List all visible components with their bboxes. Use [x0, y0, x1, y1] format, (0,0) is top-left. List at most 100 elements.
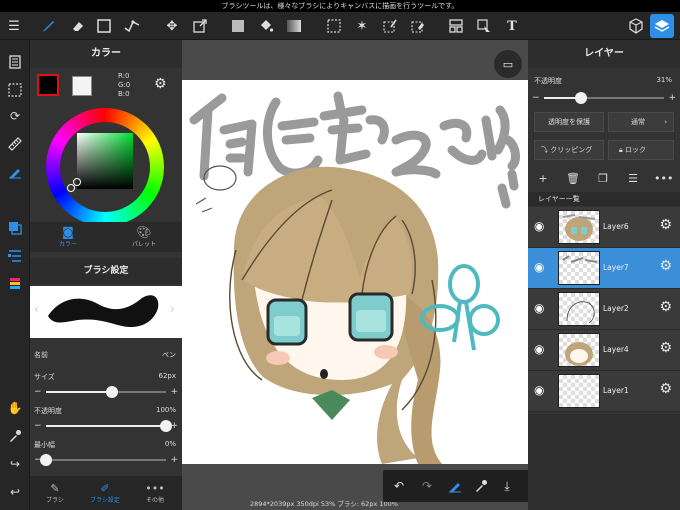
minwidth-slider-knob[interactable] — [40, 454, 52, 466]
select-rect-icon[interactable] — [322, 14, 346, 38]
stabilizer-icon[interactable] — [3, 160, 27, 184]
materials-icon[interactable] — [624, 14, 648, 38]
undo-icon[interactable]: ↩ — [3, 480, 27, 504]
minwidth-plus-icon[interactable]: + — [170, 454, 178, 466]
drawing-canvas[interactable] — [182, 80, 528, 464]
brush-minwidth-value: 0% — [164, 440, 176, 448]
size-plus-icon[interactable]: + — [170, 386, 178, 398]
eye-icon[interactable]: ◉ — [534, 260, 544, 274]
gradient-tool-icon[interactable] — [282, 14, 306, 38]
magic-wand-icon[interactable]: ✶ — [350, 14, 374, 38]
layer-opacity-slider[interactable]: − + — [532, 92, 676, 104]
rgb-readout: R:0 G:0 B:0 — [118, 72, 130, 99]
layer-more-icon[interactable]: ••• — [654, 170, 673, 188]
color-panel-icon[interactable] — [3, 216, 27, 240]
download-action-icon[interactable]: ⤓ — [495, 474, 519, 498]
tab-color[interactable]: ◙ カラー — [30, 222, 106, 252]
canvas-window-icon[interactable]: ▭ — [494, 50, 522, 78]
frame-divider-icon[interactable] — [444, 14, 468, 38]
palette-strip-icon[interactable] — [3, 272, 27, 296]
eyedropper-icon[interactable] — [3, 424, 27, 448]
transform-tool-icon[interactable] — [188, 14, 212, 38]
brush-size-row: サイズ 62px — [34, 372, 178, 382]
color-tab-icon: ◙ — [62, 225, 74, 239]
vector-tool-icon[interactable] — [120, 14, 144, 38]
layer-settings-gear-icon[interactable]: ⚙ — [659, 381, 672, 397]
eyedropper-action-icon[interactable] — [469, 474, 493, 498]
layer-settings-gear-icon[interactable]: ⚙ — [659, 217, 672, 233]
color-settings-gear-icon[interactable]: ⚙ — [154, 76, 167, 92]
canvas-area[interactable]: ▭ 2894*2039px 350dpi 53% ブラシ: 62px 100% — [182, 40, 528, 510]
select-pen-icon[interactable] — [378, 14, 402, 38]
move-tool-icon[interactable]: ✥ — [160, 14, 184, 38]
layer-row[interactable]: ◉ Layer2 ⚙ — [528, 289, 680, 330]
text-tool-icon[interactable]: T — [500, 14, 524, 38]
menu-icon[interactable]: ☰ — [2, 14, 26, 38]
operation-tool-icon[interactable] — [472, 14, 496, 38]
opacity-plus-icon[interactable]: + — [170, 420, 178, 432]
layer-row[interactable]: ◉ Layer6 ⚙ — [528, 207, 680, 248]
brush-size-slider[interactable]: − + — [34, 386, 178, 398]
layer-settings-gear-icon[interactable]: ⚙ — [659, 258, 672, 274]
brush-minwidth-slider[interactable]: − + — [34, 454, 178, 466]
add-layer-icon[interactable]: + — [534, 170, 552, 188]
eraser-tool-icon[interactable] — [66, 14, 90, 38]
layer-row[interactable]: ◉ Layer1 ⚙ — [528, 371, 680, 412]
lock-button[interactable]: 🔒︎ ロック — [608, 140, 674, 160]
brush-opacity-slider[interactable]: − + — [34, 420, 178, 432]
brush-prev-icon[interactable]: ‹ — [34, 302, 39, 316]
layer-opacity-minus-icon[interactable]: − — [532, 92, 540, 104]
tab-brush[interactable]: ✎ ブラシ — [30, 476, 80, 510]
select-eraser-icon[interactable] — [406, 14, 430, 38]
layer-row-selected[interactable]: ◉ Layer7 ⚙ — [528, 248, 680, 289]
layer-settings-gear-icon[interactable]: ⚙ — [659, 340, 672, 356]
size-slider-knob[interactable] — [106, 386, 118, 398]
rotate-canvas-icon[interactable]: ⟳ — [3, 104, 27, 128]
rgb-g: G:0 — [118, 81, 131, 89]
tab-palette[interactable]: 🎨︎ パレット — [106, 222, 182, 252]
saturation-value-square[interactable] — [77, 133, 133, 189]
undo-action-icon[interactable]: ↶ — [387, 474, 411, 498]
opacity-minus-icon[interactable]: − — [34, 420, 42, 432]
ruler-icon[interactable] — [3, 132, 27, 156]
eye-icon[interactable]: ◉ — [534, 219, 544, 233]
lock-label: ロック — [624, 146, 646, 154]
selection-icon[interactable] — [3, 78, 27, 102]
pen-action-icon[interactable] — [443, 474, 467, 498]
tab-other[interactable]: ••• その他 — [130, 476, 180, 510]
eye-icon[interactable]: ◉ — [534, 301, 544, 315]
brush-next-icon[interactable]: › — [170, 302, 175, 316]
top-toolbar: ☰ ✥ ✶ T — [0, 12, 680, 40]
size-minus-icon[interactable]: − — [34, 386, 42, 398]
redo-action-icon[interactable]: ↷ — [415, 474, 439, 498]
duplicate-layer-icon[interactable]: ❐ — [594, 170, 612, 188]
background-color-swatch[interactable] — [72, 76, 92, 96]
layer-row[interactable]: ◉ Layer4 ⚙ — [528, 330, 680, 371]
layer-list-icon[interactable]: ☰ — [624, 170, 642, 188]
clipping-button[interactable]: ⤵ クリッピング — [534, 140, 604, 160]
delete-layer-icon[interactable]: 🗑︎ — [564, 170, 582, 188]
hand-tool-icon[interactable]: ✋ — [3, 396, 27, 420]
page-list-icon[interactable] — [3, 50, 27, 74]
protect-alpha-button[interactable]: 透明度を保護 — [534, 112, 604, 132]
layer-opacity-knob[interactable] — [575, 92, 588, 104]
blend-mode-select[interactable]: 通常 › — [608, 112, 674, 132]
layer-settings-gear-icon[interactable]: ⚙ — [659, 299, 672, 315]
layer-opacity-plus-icon[interactable]: + — [668, 92, 676, 104]
brush-name-label: 名前 — [34, 351, 48, 359]
bucket-tool-icon[interactable] — [254, 14, 278, 38]
tab-brush-settings[interactable]: ✐ ブラシ設定 — [80, 476, 130, 510]
foreground-color-swatch[interactable] — [37, 74, 59, 96]
layer-panel: レイヤー 不透明度 31% − + 透明度を保護 通常 › ⤵ クリッピング 🔒… — [528, 40, 680, 510]
eye-icon[interactable]: ◉ — [534, 342, 544, 356]
layers-toggle-icon[interactable] — [650, 14, 674, 38]
fill-color-icon[interactable] — [226, 14, 250, 38]
hue-cursor[interactable] — [67, 184, 75, 192]
brush-tool-icon[interactable] — [36, 14, 60, 38]
brush-list-icon[interactable] — [3, 244, 27, 268]
eye-icon[interactable]: ◉ — [534, 383, 544, 397]
brush-settings-tab-icon: ✐ — [100, 482, 110, 495]
brush-name-row[interactable]: 名前 ペン — [34, 350, 178, 360]
rectangle-tool-icon[interactable] — [92, 14, 116, 38]
redo-icon[interactable]: ↪ — [3, 452, 27, 476]
